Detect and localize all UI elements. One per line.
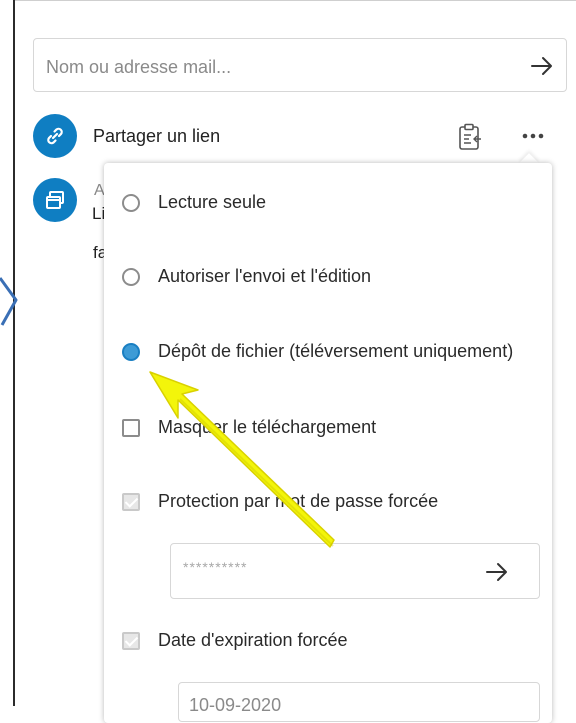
option-hide-download[interactable]: Masquer le téléchargement <box>104 417 376 438</box>
password-value[interactable]: ********** <box>183 559 247 575</box>
radio-read-only[interactable] <box>122 193 140 212</box>
share-search-field[interactable] <box>33 38 567 92</box>
password-field[interactable]: ********** <box>170 543 540 599</box>
link-icon <box>33 114 77 158</box>
option-allow-upload-edit[interactable]: Autoriser l'envoi et l'édition <box>104 266 371 287</box>
share-link-label[interactable]: Partager un lien <box>93 126 220 147</box>
expiration-date-field[interactable]: 10-09-2020 <box>178 682 540 722</box>
option-label: Protection par mot de passe forcée <box>158 491 439 511</box>
share-search-input[interactable] <box>44 53 508 81</box>
option-label: Masquer le téléchargement <box>158 417 377 437</box>
panel-top-border <box>13 0 576 1</box>
checkbox-expiration-date <box>122 631 140 650</box>
option-label: Autoriser l'envoi et l'édition <box>158 266 371 286</box>
option-file-drop[interactable]: Dépôt de fichier (téléversement uniqueme… <box>104 341 513 362</box>
checkbox-hide-download[interactable] <box>122 418 140 437</box>
windows-icon <box>33 178 77 222</box>
option-label: Dépôt de fichier (téléversement uniqueme… <box>158 341 514 361</box>
option-read-only[interactable]: Lecture seule <box>104 192 266 213</box>
arrow-right-icon[interactable] <box>528 52 556 80</box>
share-options-menu: Lecture seule Autoriser l'envoi et l'édi… <box>104 163 552 723</box>
option-label: Date d'expiration forcée <box>158 630 348 650</box>
arrow-right-icon[interactable] <box>483 558 511 586</box>
more-dots-icon[interactable] <box>520 131 546 141</box>
clipboard-icon[interactable] <box>457 123 483 153</box>
option-label: Lecture seule <box>158 192 267 212</box>
checkbox-password-protect <box>122 492 140 511</box>
radio-allow-upload-edit[interactable] <box>122 267 140 286</box>
panel-left-border <box>13 0 15 706</box>
radio-file-drop[interactable] <box>122 342 140 361</box>
option-expiration-date: Date d'expiration forcée <box>104 630 348 651</box>
option-password-protect: Protection par mot de passe forcée <box>104 491 438 512</box>
